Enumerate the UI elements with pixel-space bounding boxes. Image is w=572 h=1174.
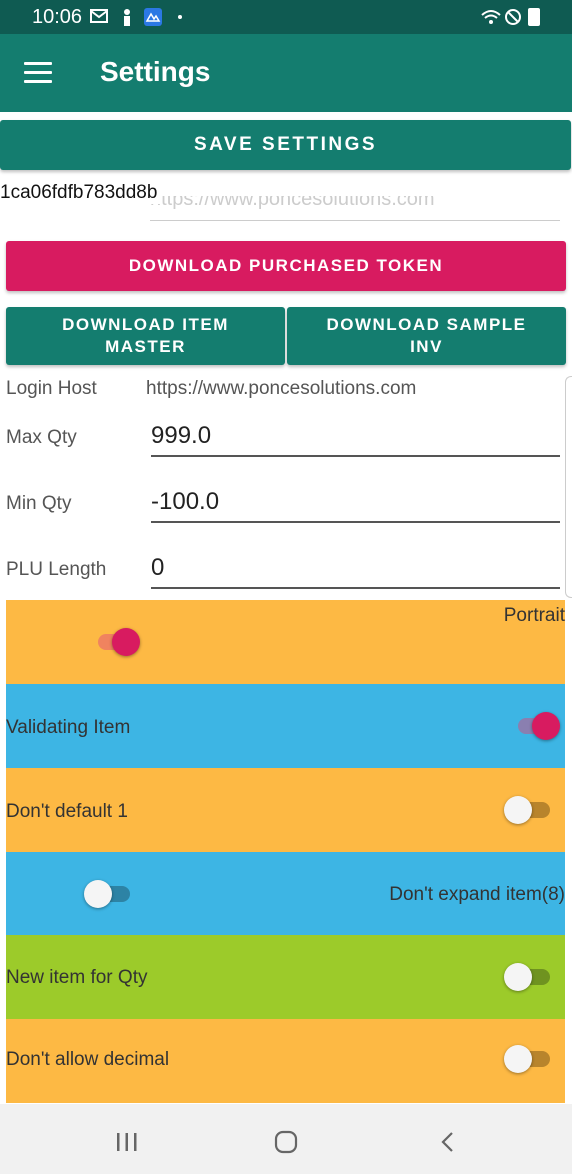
new-item-for-qty-switch[interactable] bbox=[504, 962, 554, 992]
max-qty-input[interactable]: 999.0 bbox=[151, 422, 211, 450]
min-qty-label: Min Qty bbox=[6, 493, 72, 514]
save-settings-button[interactable]: SAVE SETTINGS bbox=[0, 120, 571, 170]
plu-length-label: PLU Length bbox=[6, 559, 107, 580]
menu-icon[interactable] bbox=[24, 62, 52, 84]
dont-default-1-label: Don't default 1 bbox=[6, 801, 128, 822]
dont-allow-decimal-switch[interactable] bbox=[504, 1044, 554, 1074]
download-sample-inv-button[interactable]: DOWNLOAD SAMPLE INV bbox=[287, 307, 566, 365]
download-sample-inv-line1: DOWNLOAD SAMPLE bbox=[326, 315, 527, 334]
min-qty-underline bbox=[151, 521, 560, 523]
dont-default-1-row: Don't default 1 bbox=[6, 768, 565, 852]
download-purchased-token-button[interactable]: DOWNLOAD PURCHASED TOKEN bbox=[6, 241, 566, 291]
validating-item-row: Validating Item bbox=[6, 684, 565, 768]
home-icon[interactable] bbox=[273, 1130, 299, 1154]
validating-item-switch[interactable] bbox=[516, 711, 566, 741]
new-item-for-qty-label: New item for Qty bbox=[6, 967, 148, 988]
person-icon bbox=[118, 8, 136, 26]
app-notification-icon bbox=[144, 8, 162, 26]
wifi-icon bbox=[480, 8, 502, 26]
portrait-row: Portrait bbox=[6, 600, 565, 684]
do-not-disturb-icon bbox=[504, 8, 522, 26]
dont-expand-item-label: Don't expand item(8) bbox=[389, 884, 565, 905]
status-time: 10:06 bbox=[32, 6, 83, 28]
battery-icon bbox=[528, 8, 540, 26]
dont-expand-item-row: Don't expand item(8) bbox=[6, 852, 565, 936]
download-item-master-line2: MASTER bbox=[105, 337, 186, 356]
scroll-edge-indicator bbox=[565, 376, 572, 598]
page-title: Settings bbox=[100, 56, 211, 87]
inv-ip-host-underline bbox=[150, 220, 560, 221]
portrait-switch[interactable] bbox=[96, 627, 146, 657]
gmail-icon bbox=[90, 8, 108, 26]
plu-length-input[interactable]: 0 bbox=[151, 554, 164, 582]
dont-allow-decimal-label: Don't allow decimal bbox=[6, 1049, 170, 1070]
download-item-master-line1: DOWNLOAD ITEM bbox=[62, 315, 229, 334]
download-sample-inv-line2: INV bbox=[410, 337, 443, 356]
dont-default-1-switch[interactable] bbox=[504, 795, 554, 825]
download-item-master-button[interactable]: DOWNLOAD ITEM MASTER bbox=[6, 307, 285, 365]
back-icon[interactable] bbox=[436, 1130, 462, 1154]
recents-icon[interactable] bbox=[114, 1130, 140, 1154]
dont-allow-decimal-row: Don't allow decimal bbox=[6, 1019, 565, 1103]
more-notifications-icon bbox=[178, 15, 182, 19]
plu-length-underline bbox=[151, 587, 560, 589]
login-host-label: Login Host bbox=[6, 378, 97, 399]
dont-expand-item-switch[interactable] bbox=[84, 879, 134, 909]
max-qty-label: Max Qty bbox=[6, 427, 77, 448]
max-qty-underline bbox=[151, 455, 560, 457]
validating-item-label: Validating Item bbox=[6, 717, 131, 738]
portrait-label: Portrait bbox=[503, 605, 565, 626]
login-host-value: https://www.poncesolutions.com bbox=[146, 378, 417, 399]
app-bar bbox=[0, 34, 572, 112]
new-item-for-qty-row: New item for Qty bbox=[6, 935, 565, 1019]
device-id: 1ca06fdfb783dd8b bbox=[0, 182, 162, 204]
inv-ip-host-value[interactable]: https://www.poncesolutions.com bbox=[150, 196, 435, 211]
min-qty-input[interactable]: -100.0 bbox=[151, 488, 219, 516]
